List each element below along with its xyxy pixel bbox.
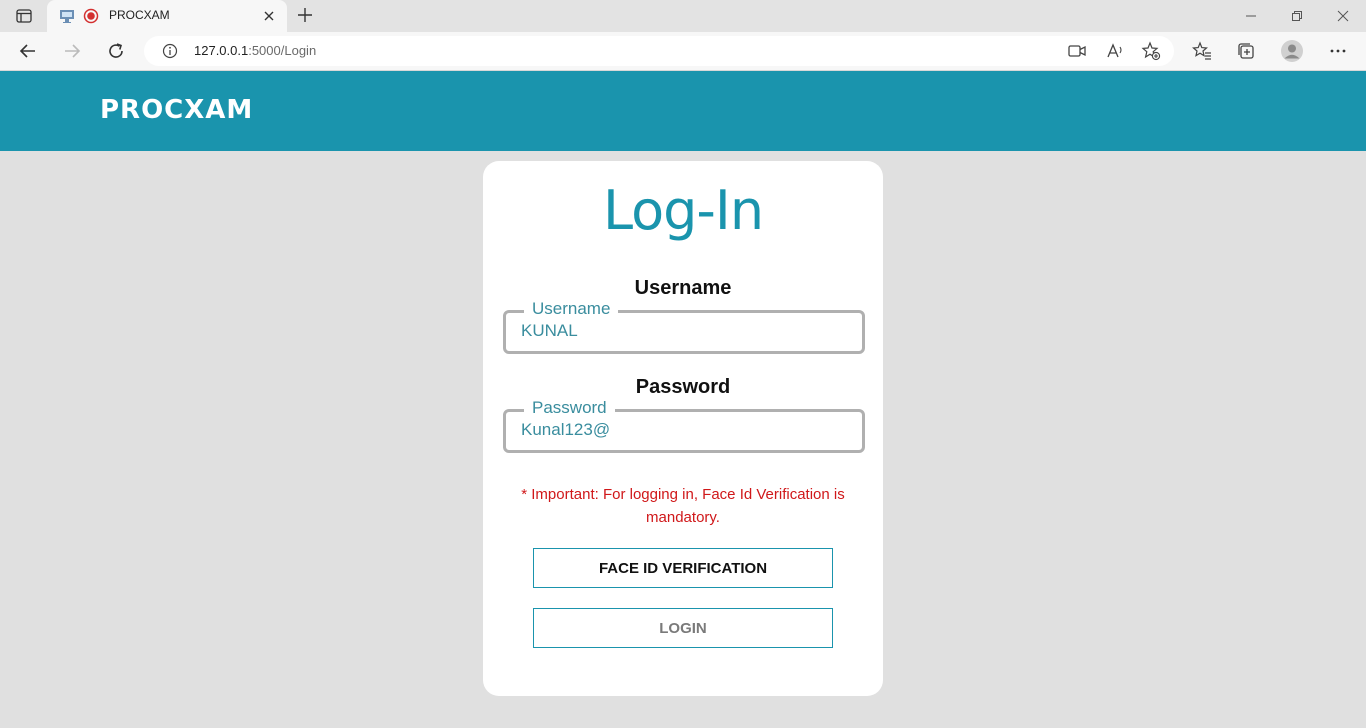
username-field[interactable]: Username KUNAL: [503, 299, 865, 354]
back-icon[interactable]: [18, 41, 38, 61]
tab-actions-icon[interactable]: [12, 6, 36, 26]
password-field[interactable]: Password Kunal123@: [503, 398, 865, 453]
login-heading: Log-In: [602, 179, 764, 242]
site-header: PROCXAM: [0, 71, 1366, 151]
address-bar[interactable]: 127.0.0.1:5000/Login: [144, 36, 1174, 66]
add-favorite-icon[interactable]: [1141, 41, 1161, 61]
site-favicon-icon: [59, 8, 75, 24]
recording-icon: [83, 8, 99, 24]
url-path: :5000/Login: [248, 43, 317, 58]
new-tab-icon[interactable]: [296, 6, 314, 24]
browser-toolbar: 127.0.0.1:5000/Login: [0, 32, 1366, 71]
username-label: Username: [634, 277, 732, 299]
tab-title: PROCXAM: [109, 8, 170, 22]
url-text: 127.0.0.1:5000/Login: [194, 43, 316, 58]
window-close-icon[interactable]: [1335, 8, 1351, 24]
face-id-verification-button[interactable]: FACE ID VERIFICATION: [533, 548, 833, 588]
profile-avatar-icon[interactable]: [1280, 39, 1304, 63]
video-camera-icon[interactable]: [1067, 41, 1087, 61]
browser-tab-bar: PROCXAM: [0, 0, 1366, 32]
favorites-icon[interactable]: [1192, 41, 1212, 61]
password-value: Kunal123@: [521, 420, 611, 439]
forward-icon[interactable]: [62, 41, 82, 61]
restore-icon[interactable]: [1289, 8, 1305, 24]
read-aloud-icon[interactable]: [1105, 41, 1125, 61]
login-button[interactable]: LOGIN: [533, 608, 833, 648]
collections-icon[interactable]: [1236, 41, 1256, 61]
face-id-notice: * Important: For logging in, Face Id Ver…: [521, 486, 845, 526]
more-options-icon[interactable]: [1328, 41, 1348, 61]
browser-tab[interactable]: PROCXAM: [47, 0, 287, 32]
site-info-icon[interactable]: [162, 43, 178, 59]
minimize-icon[interactable]: [1243, 8, 1259, 24]
password-legend: Password: [524, 398, 615, 418]
password-label: Password: [635, 376, 731, 398]
login-card: Log-In Username Username KUNAL Password …: [483, 161, 883, 696]
url-host: 127.0.0.1: [194, 43, 249, 58]
username-value: KUNAL: [521, 321, 578, 340]
refresh-icon[interactable]: [106, 41, 126, 61]
username-legend: Username: [524, 299, 619, 319]
brand-logo[interactable]: PROCXAM: [100, 95, 253, 125]
close-tab-icon[interactable]: [261, 8, 277, 24]
